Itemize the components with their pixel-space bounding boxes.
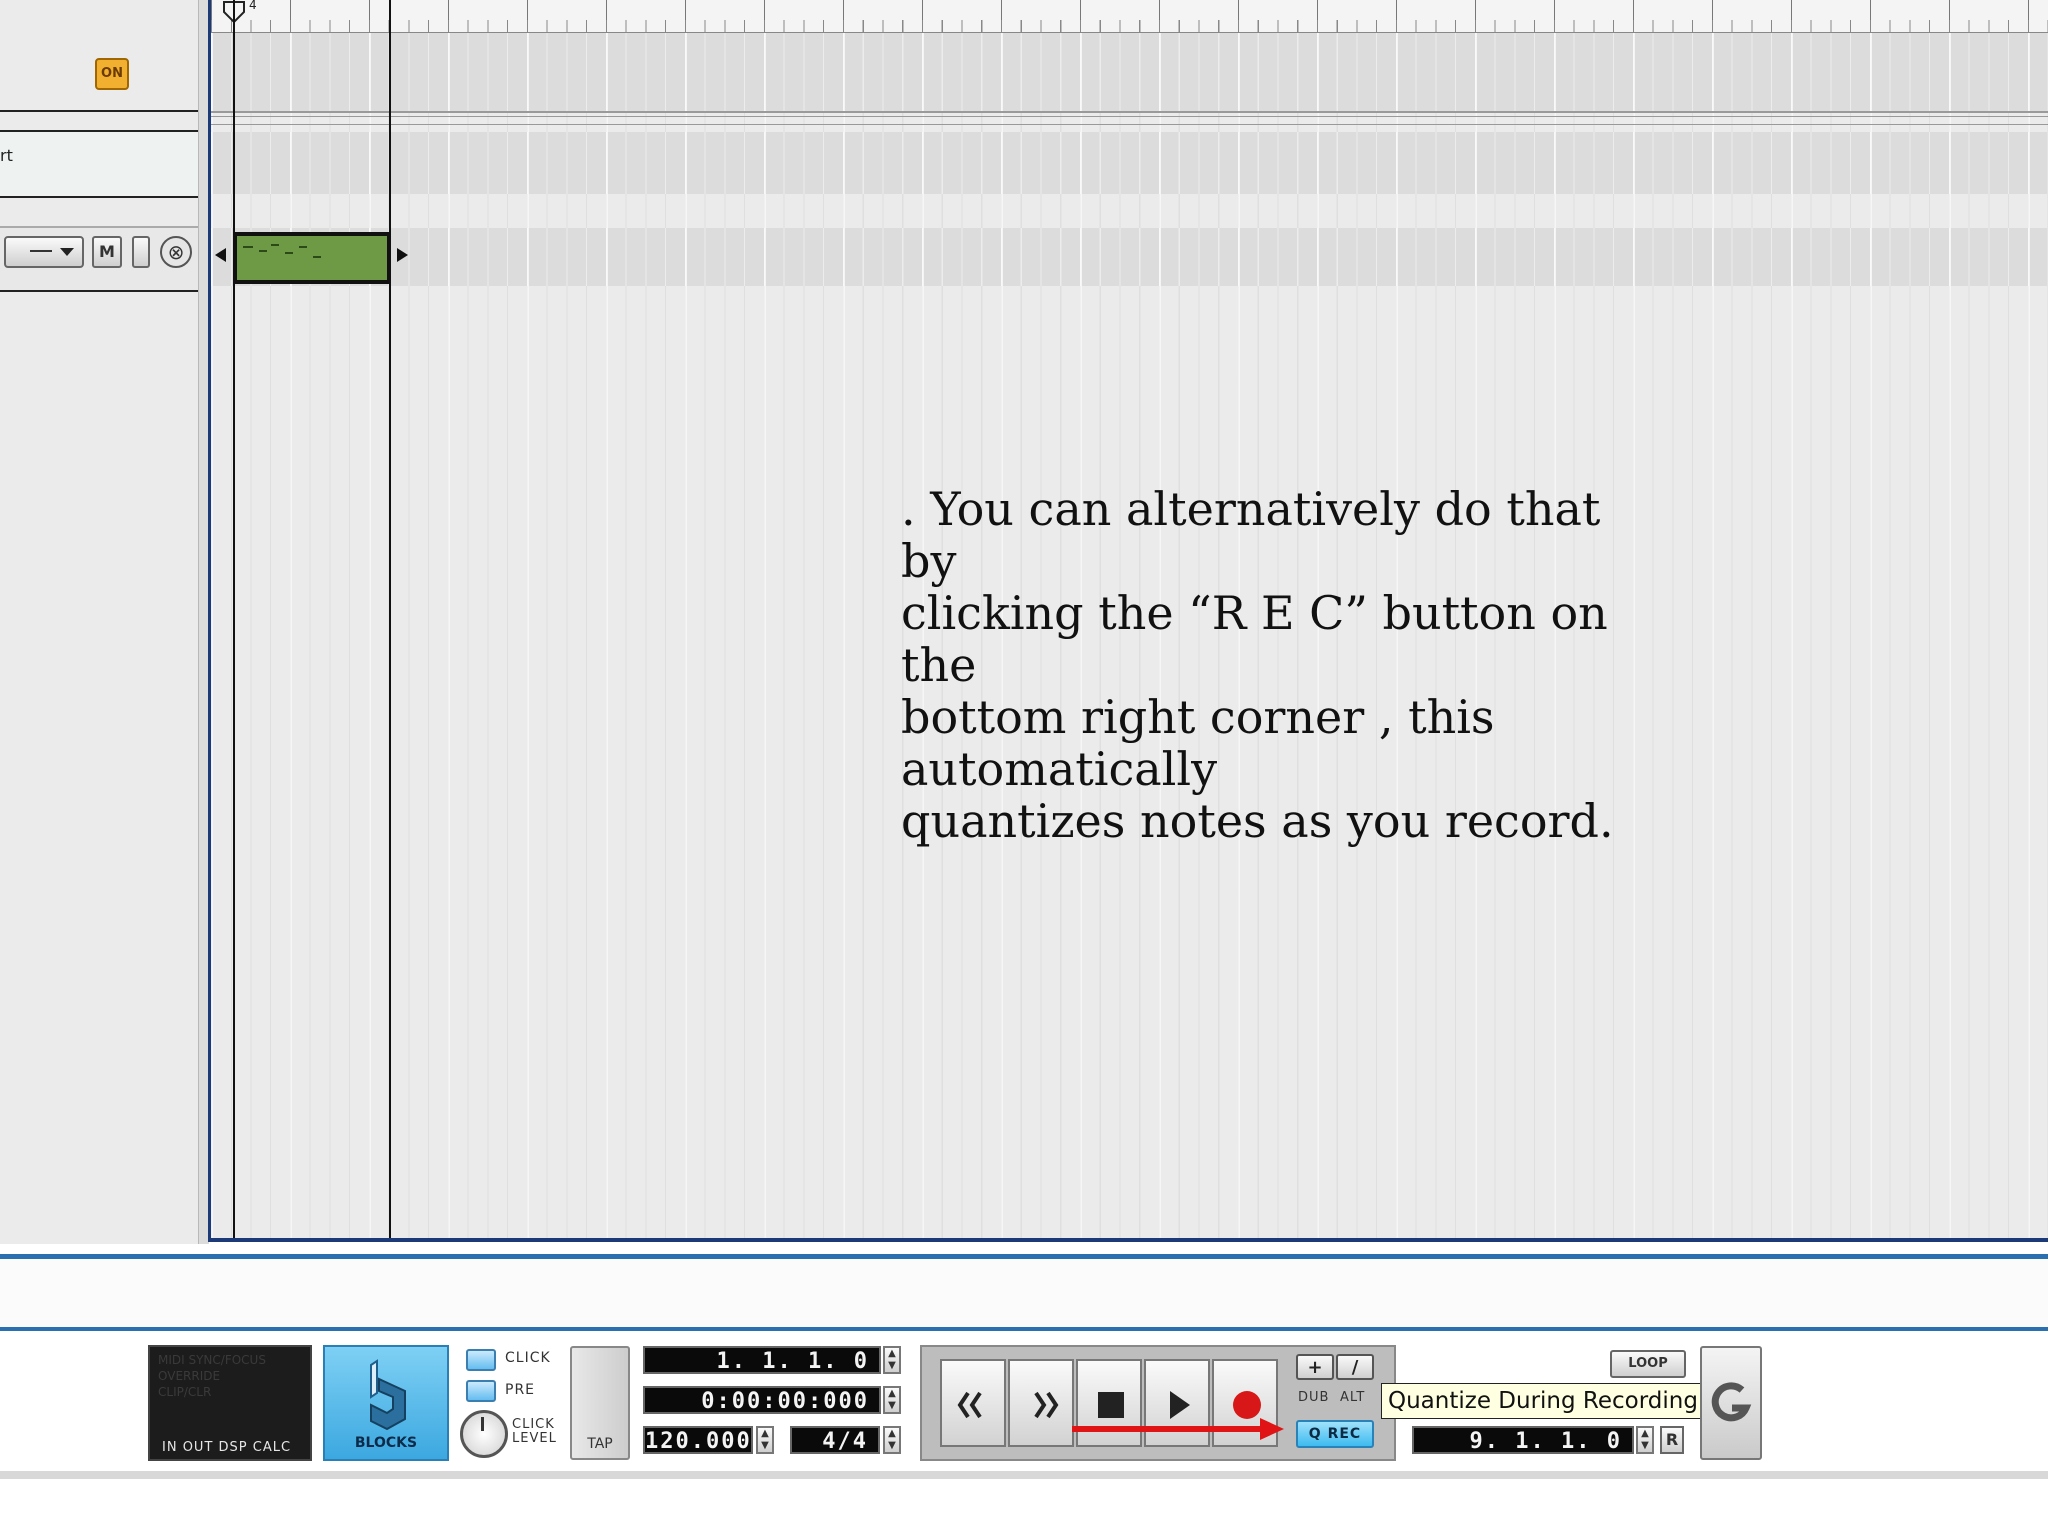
blocks-icon [370, 1359, 406, 1431]
dsp-faint-line: CLIP/CLR [158, 1385, 212, 1399]
rewind-button[interactable] [940, 1359, 1006, 1447]
tap-label: TAP [587, 1436, 613, 1452]
blocks-button[interactable]: BLOCKS [323, 1345, 449, 1461]
clip-note [313, 256, 321, 258]
position-spinner[interactable]: ▲ ▼ [883, 1346, 901, 1374]
track-list-panel: ON rt M ⊗ [0, 0, 208, 1244]
dsp-faint-line: OVERRIDE [158, 1369, 221, 1383]
clip-note [259, 250, 267, 252]
click-level-label: CLICK LEVEL [512, 1418, 557, 1446]
mute-button[interactable]: M [92, 236, 122, 268]
click-toggle[interactable] [466, 1349, 496, 1371]
song-position-display[interactable]: 1. 1. 1. 0 [643, 1346, 881, 1374]
time-display[interactable]: 0:00:00:000 [643, 1386, 881, 1414]
alt-label: ALT [1340, 1390, 1366, 1405]
track-row-3: M ⊗ [0, 226, 198, 292]
tooltip: Quantize During Recording [1381, 1383, 1705, 1419]
right-locator-button[interactable]: R [1660, 1426, 1684, 1454]
track-on-button[interactable]: ON [95, 58, 129, 90]
highlight-arrow [1072, 1418, 1284, 1440]
caption-line: clicking the “R E C” button on the [901, 586, 1608, 692]
track-dropdown[interactable] [4, 236, 84, 268]
track-row-1: ON [0, 0, 198, 112]
clip-note [299, 246, 307, 248]
caption-line: bottom right corner , this automatically [901, 690, 1495, 796]
caption-line: . You can alternatively do that by [901, 482, 1601, 588]
fast-forward-icon [1034, 1391, 1059, 1419]
click-level-line: LEVEL [512, 1431, 557, 1446]
clip-note [243, 246, 253, 248]
right-locator-display[interactable]: 9. 1. 1. 0 [1412, 1426, 1634, 1454]
ruler-bar-number: 4 [249, 0, 257, 12]
signature-spinner[interactable]: ▲ ▼ [883, 1426, 901, 1454]
reason-logo-icon [1711, 1382, 1752, 1422]
new-dub-button[interactable]: + [1296, 1354, 1334, 1380]
dsp-meter-labels: IN OUT DSP CALC [162, 1440, 292, 1455]
clip-note [285, 252, 293, 254]
quantize-record-button[interactable]: Q REC [1296, 1420, 1374, 1448]
time-signature-display[interactable]: 4/4 [790, 1426, 880, 1454]
blocks-label: BLOCKS [354, 1435, 418, 1451]
lane-3[interactable] [211, 228, 2048, 286]
tempo-display[interactable]: 120.000 [643, 1426, 753, 1454]
midi-clip[interactable] [233, 232, 391, 284]
sequencer-area[interactable]: 4 . You can alternatively do that by cli… [208, 0, 2048, 1242]
chevron-down-icon [60, 248, 74, 256]
clip-resize-left-icon[interactable] [215, 248, 226, 262]
empty-strip [0, 1259, 2048, 1327]
right-locator-line [389, 0, 391, 1238]
ruler-ticks [211, 20, 2048, 32]
dub-label: DUB [1298, 1390, 1330, 1405]
timeline-ruler[interactable] [211, 0, 2048, 33]
dash-icon [30, 250, 52, 252]
lane-1[interactable] [211, 33, 2048, 113]
solo-button[interactable] [132, 236, 150, 268]
tutorial-caption: . You can alternatively do that by click… [901, 483, 1621, 847]
dsp-meter: MIDI SYNC/FOCUS OVERRIDE CLIP/CLR IN OUT… [148, 1345, 312, 1461]
track-name: rt [0, 146, 13, 165]
click-label: CLICK [505, 1350, 551, 1366]
loop-button[interactable]: LOOP [1610, 1350, 1686, 1378]
pre-toggle[interactable] [466, 1380, 496, 1402]
remove-track-icon[interactable]: ⊗ [160, 236, 192, 268]
tap-tempo-button[interactable]: TAP [570, 1346, 630, 1460]
fast-forward-button[interactable] [1008, 1359, 1074, 1447]
new-alt-button[interactable]: / [1336, 1354, 1374, 1380]
bottom-bar [0, 1471, 2048, 1479]
reason-logo-button[interactable] [1700, 1346, 1762, 1460]
left-locator-line [233, 0, 235, 1238]
tempo-spinner[interactable]: ▲ ▼ [756, 1426, 774, 1454]
click-level-knob[interactable] [460, 1410, 508, 1458]
rewind-icon [957, 1391, 982, 1419]
lane-separator [211, 116, 2048, 117]
lane-separator [211, 124, 2048, 125]
dsp-faint-line: MIDI SYNC/FOCUS [158, 1353, 266, 1367]
locator-spinner[interactable]: ▲ ▼ [1636, 1426, 1654, 1454]
clip-note [271, 244, 279, 246]
pre-label: PRE [505, 1382, 536, 1398]
caption-line: quantizes notes as you record. [901, 794, 1614, 848]
clip-resize-right-icon[interactable] [397, 248, 408, 262]
time-spinner[interactable]: ▲ ▼ [883, 1386, 901, 1414]
click-level-line: CLICK [512, 1417, 555, 1432]
lane-2[interactable] [211, 132, 2048, 194]
track-row-2[interactable]: rt [0, 130, 198, 198]
